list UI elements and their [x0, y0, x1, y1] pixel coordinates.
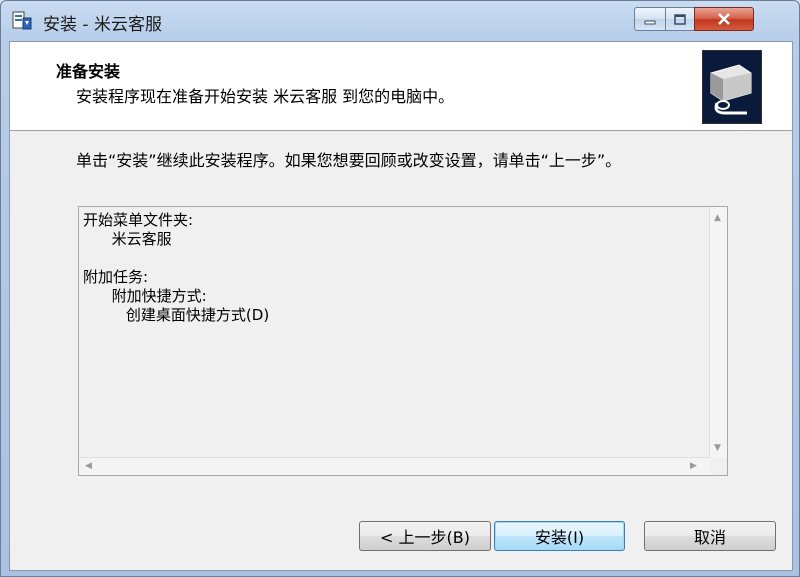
instruction-text: 单击“安装”继续此安装程序。如果您想要回顾或改变设置，请单击“上一步”。	[76, 151, 622, 170]
scroll-down-icon[interactable]: ▼	[714, 443, 721, 453]
scroll-right-icon[interactable]: ▶	[690, 461, 697, 471]
memo-line: 创建桌面快捷方式(D)	[83, 306, 270, 324]
horizontal-scrollbar[interactable]: ◀ ▶	[79, 457, 710, 475]
minimize-icon	[644, 10, 656, 29]
memo-line	[83, 249, 269, 268]
install-button[interactable]: 安装(I)	[494, 521, 625, 551]
memo-line: 米云客服	[83, 230, 172, 248]
window-title: 安装 - 米云客服	[43, 15, 162, 35]
memo-content: 开始菜单文件夹: 米云客服 附加任务: 附加快捷方式: 创建桌面快捷方式(D)	[83, 211, 269, 325]
minimize-button[interactable]	[634, 7, 666, 31]
back-button[interactable]: < 上一步(B)	[359, 521, 491, 551]
wizard-header: 准备安装 安装程序现在准备开始安装 米云客服 到您的电脑中。	[10, 42, 792, 131]
memo-line: 附加快捷方式:	[83, 287, 207, 305]
wizard-client-area: 准备安装 安装程序现在准备开始安装 米云客服 到您的电脑中。 单击“安装”继续此…	[9, 41, 793, 571]
page-subtitle: 安装程序现在准备开始安装 米云客服 到您的电脑中。	[76, 87, 455, 106]
maximize-button[interactable]	[665, 7, 695, 31]
memo-line: 附加任务:	[83, 268, 149, 286]
computer-install-icon	[702, 50, 762, 124]
scroll-up-icon[interactable]: ▲	[714, 213, 721, 223]
vertical-scrollbar[interactable]: ▲ ▼	[709, 207, 727, 458]
close-icon	[717, 10, 731, 29]
cancel-button[interactable]: 取消	[644, 521, 776, 551]
installer-window: 安装 - 米云客服 准备安装 安装程序现在准备开始安装 米云客服 到您的电脑中。	[0, 0, 800, 577]
installer-icon	[11, 9, 33, 31]
close-button[interactable]	[694, 7, 754, 31]
title-bar[interactable]: 安装 - 米云客服	[1, 1, 799, 41]
page-title: 准备安装	[56, 62, 121, 81]
memo-line: 开始菜单文件夹:	[83, 211, 194, 229]
scroll-left-icon[interactable]: ◀	[85, 461, 92, 471]
scroll-corner	[710, 458, 727, 475]
maximize-icon	[674, 10, 686, 29]
settings-summary-memo[interactable]: 开始菜单文件夹: 米云客服 附加任务: 附加快捷方式: 创建桌面快捷方式(D) …	[78, 206, 728, 476]
